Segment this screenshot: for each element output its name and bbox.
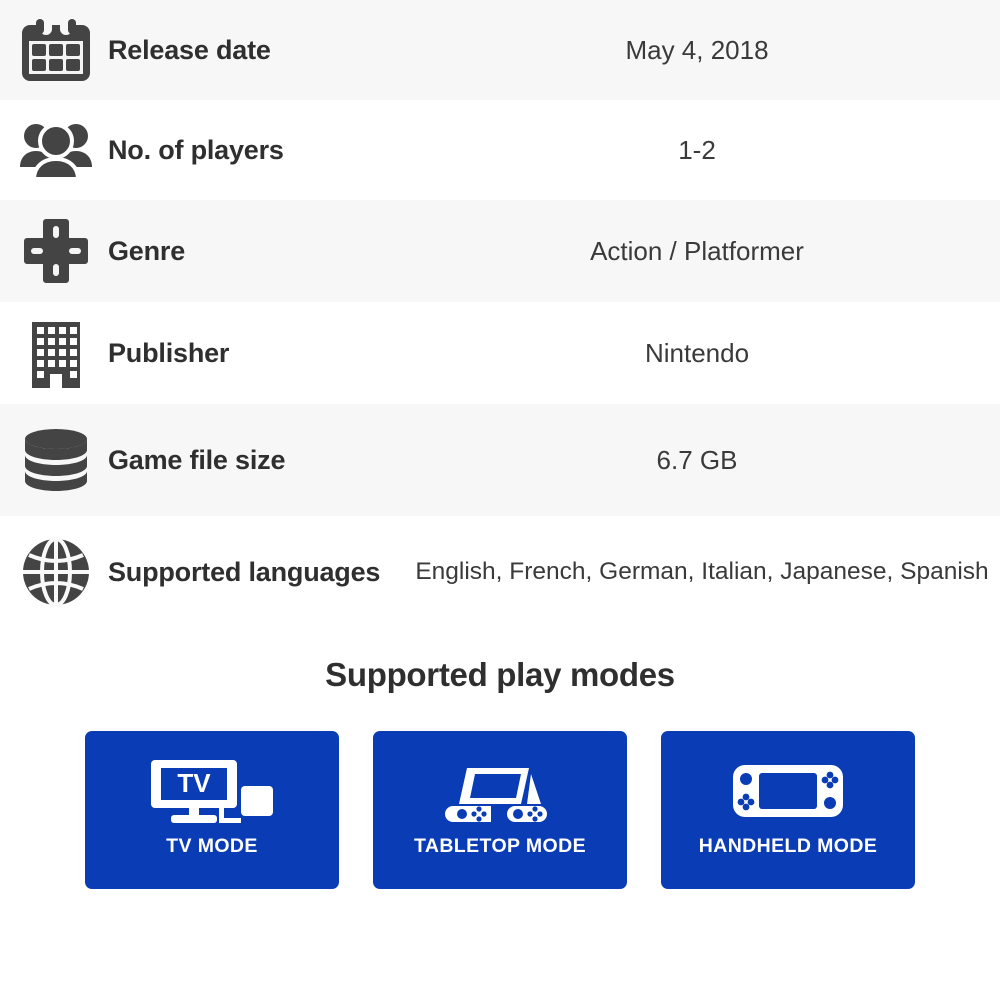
tv-dock-icon: TV [149,755,275,827]
spec-label: Genre [108,235,186,266]
spec-value: English, French, German, Italian, Japane… [415,558,989,585]
table-row: Game file size 6.7 GB [0,404,1000,516]
dpad-icon [0,216,108,286]
spec-label: Game file size [108,444,286,475]
play-mode-tile-tabletop[interactable]: TABLETOP MODE [373,731,627,889]
spec-label-text: Supported languages [108,556,381,587]
table-row: Publisher Nintendo [0,302,1000,404]
spec-value: May 4, 2018 [625,34,769,65]
table-row: Supported languages English, French, Ger… [0,516,1000,628]
play-mode-label: HANDHELD MODE [698,835,878,857]
play-mode-label: TV MODE [166,835,258,857]
game-details-page: Release date May 4, 2018 No. of players … [0,0,1000,1000]
spec-label: Supported languages [108,557,408,587]
table-row: No. of players 1-2 [0,100,1000,200]
play-mode-label: TABLETOP MODE [413,835,587,857]
svg-text:TV: TV [177,768,211,798]
calendar-icon [0,19,108,81]
play-modes-tiles: TV TV MODE TABLETOP MODE HANDHELD MODE [0,731,1000,889]
globe-icon [0,537,108,607]
spec-table: Release date May 4, 2018 No. of players … [0,0,1000,628]
spec-label: No. of players [108,134,284,165]
supported-play-modes-section: Supported play modes TV TV MODE TABLETOP… [0,628,1000,889]
spec-value: 1-2 [678,134,716,165]
spec-value: Nintendo [644,337,750,368]
spec-label: Release date [108,34,271,65]
tabletop-console-icon [445,755,555,827]
play-mode-tile-tv[interactable]: TV TV MODE [85,731,339,889]
spec-label: Publisher [108,337,230,368]
database-icon [0,427,108,493]
table-row: Genre Action / Platformer [0,200,1000,302]
table-row: Release date May 4, 2018 [0,0,1000,100]
play-modes-title: Supported play modes [325,656,675,693]
play-mode-tile-handheld[interactable]: HANDHELD MODE [661,731,915,889]
spec-value: Action / Platformer [590,235,804,266]
handheld-console-icon [731,755,845,827]
players-group-icon [0,121,108,179]
spec-value: 6.7 GB [656,444,738,475]
building-icon [0,318,108,388]
